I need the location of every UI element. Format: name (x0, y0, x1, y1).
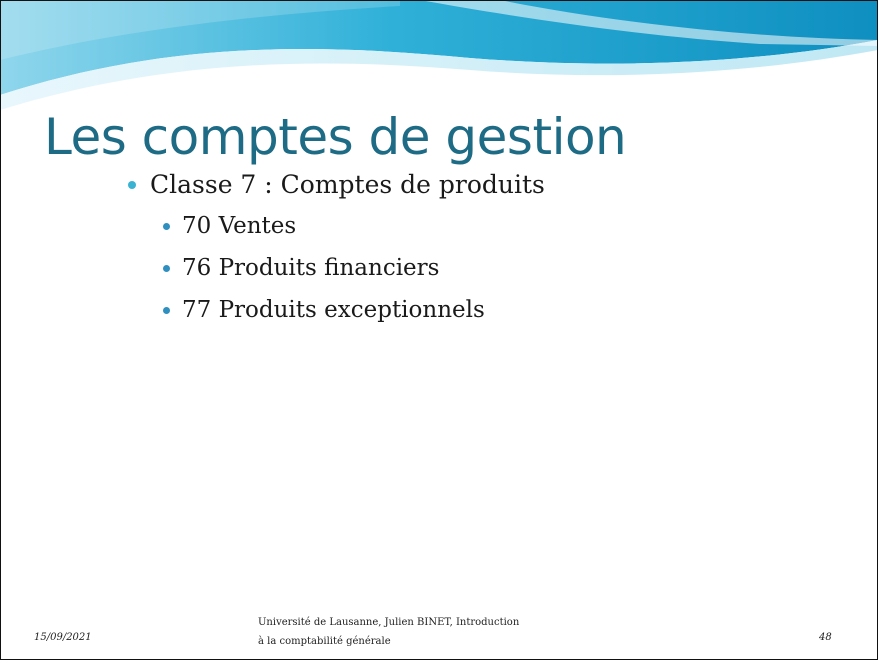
footer-caption: Université de Lausanne, Julien BINET, In… (258, 613, 519, 651)
bullet-level1: Classe 7 : Comptes de produits (128, 170, 545, 199)
footer-date: 15/09/2021 (34, 632, 92, 643)
bullet-item-text: 70 Ventes (182, 213, 297, 239)
footer-page-number: 48 (819, 632, 832, 643)
slide: Les comptes de gestion Classe 7 : Compte… (0, 0, 878, 660)
bullet-item: 76 Produits financiers (163, 255, 439, 281)
bullet-item: 70 Ventes (163, 213, 296, 239)
bullet-item-text: 76 Produits financiers (182, 255, 440, 281)
footer-caption-line1: Université de Lausanne, Julien BINET, In… (258, 617, 520, 628)
bullet-dot-icon (163, 222, 170, 230)
bullet-dot-icon (163, 264, 170, 272)
bullet-dot-icon (163, 306, 170, 314)
slide-title: Les comptes de gestion (44, 108, 627, 166)
bullet-item-text: 77 Produits exceptionnels (182, 297, 485, 323)
bullet-dot-icon (128, 180, 136, 189)
bullet-item: 77 Produits exceptionnels (163, 297, 485, 323)
footer-caption-line2: à la comptabilité générale (258, 636, 391, 647)
header-wave-decoration (0, 0, 878, 110)
bullet-level1-text: Classe 7 : Comptes de produits (150, 170, 545, 199)
